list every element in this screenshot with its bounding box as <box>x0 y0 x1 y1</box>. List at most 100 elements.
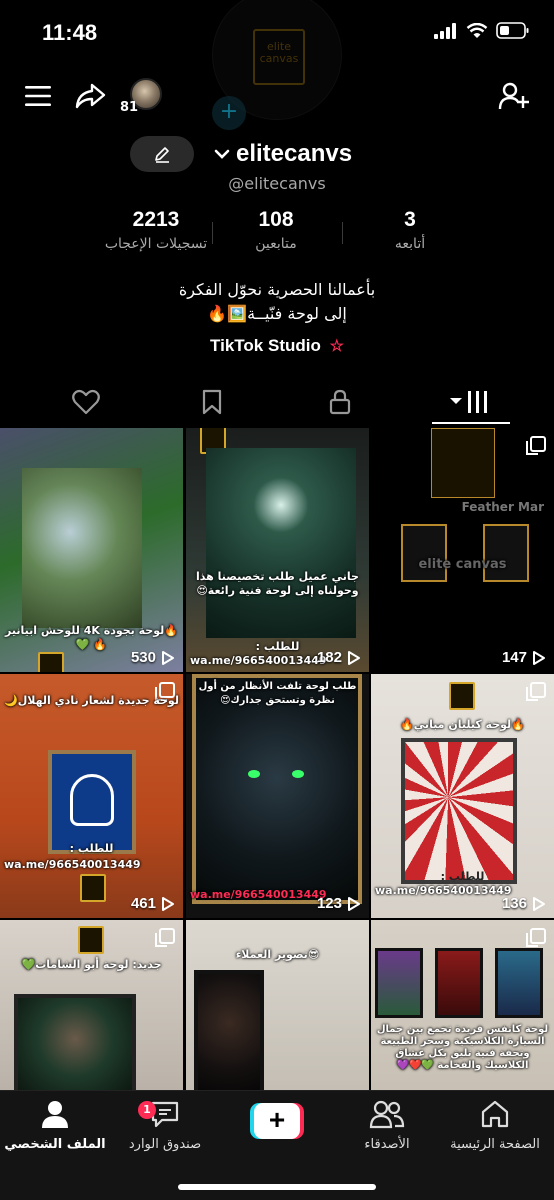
video-caption: جديد: لوحة أبو الشامات💚 <box>21 958 162 971</box>
following-count: 3 <box>404 208 416 231</box>
tab-liked[interactable] <box>66 384 106 420</box>
play-icon <box>348 650 360 665</box>
nav-label: الملف الشخصي <box>4 1137 106 1152</box>
brand-logo <box>80 874 106 902</box>
whatsapp-link: wa.me/966540013449 <box>4 858 141 871</box>
nav-profile[interactable]: الملف الشخصي <box>0 1099 110 1152</box>
menu-button[interactable] <box>20 78 56 114</box>
play-icon <box>162 896 174 911</box>
view-count: 136 <box>502 895 546 912</box>
active-tab-indicator <box>432 422 510 424</box>
canvas-artwork <box>192 674 362 904</box>
video-thumbnail[interactable]: جاني عميل طلب تخصيصنا هذا وحولناه إلى لو… <box>186 428 369 672</box>
create-button[interactable]: + <box>250 1103 304 1139</box>
multi-photo-icon <box>155 928 175 947</box>
view-count: 461 <box>131 895 175 912</box>
nav-label: الأصدقاء <box>364 1137 410 1152</box>
canvas-artwork <box>48 750 136 854</box>
account-switcher[interactable]: elitecanvs <box>214 140 352 168</box>
add-friend-button[interactable] <box>496 78 532 114</box>
profile-handle: @elitecanvs <box>228 174 326 193</box>
bottom-navigation: الملف الشخصي 1 صندوق الوارد + الأصدقاء ا… <box>0 1090 554 1200</box>
video-thumbnail[interactable]: جديد: لوحة أبو الشامات💚 <box>0 920 183 1090</box>
studio-label: TikTok Studio <box>210 336 321 355</box>
al-hilal-crest <box>70 774 114 826</box>
nav-home[interactable]: الصفحة الرئيسية <box>440 1099 550 1152</box>
share-profile-button[interactable] <box>72 78 108 114</box>
tab-private[interactable] <box>320 384 360 420</box>
multi-photo-icon <box>526 436 546 455</box>
hamburger-menu-icon <box>25 86 51 106</box>
video-thumbnail[interactable]: لوحة جديدة لشعار نادي الهلال🌙 للطلب : wa… <box>0 674 183 918</box>
video-caption: لوحة كانفس فريدة تجمع بين جمال السيارة ا… <box>376 1024 549 1071</box>
status-icons <box>434 22 530 39</box>
panther-eye <box>248 770 260 778</box>
video-thumbnail[interactable]: 🔥لوحة كيليان مبابي🔥 للطلب : wa.me/966540… <box>371 674 554 918</box>
inbox-badge: 1 <box>138 1101 156 1119</box>
videos-grid-icon <box>450 391 487 413</box>
profile-bio: بأعمالنا الحصرية نحوّل الفكرة إلى لوحة ف… <box>0 278 554 326</box>
nav-friends[interactable]: الأصدقاء <box>332 1099 442 1152</box>
home-icon <box>481 1100 509 1128</box>
view-count: 182 <box>317 649 361 666</box>
play-icon <box>533 650 545 665</box>
brand-logo <box>38 652 64 672</box>
add-user-icon <box>498 82 529 110</box>
watermark-text: Feather Mar <box>461 500 544 514</box>
view-count: 147 <box>502 649 546 666</box>
story-avatar-chip[interactable]: 81 <box>120 76 164 120</box>
canvas-artwork <box>194 970 264 1090</box>
tab-saved[interactable] <box>192 384 232 420</box>
avatar-count: 81 <box>120 100 139 115</box>
panther-eye <box>292 770 304 778</box>
view-count: 530 <box>131 649 175 666</box>
canvas-artwork <box>483 524 529 582</box>
order-label: للطلب : <box>69 842 114 855</box>
video-caption: لوحة جديدة لشعار نادي الهلال🌙 <box>4 694 179 707</box>
chat-screenshot <box>431 428 495 498</box>
canvas-artwork <box>22 468 142 628</box>
video-thumbnail[interactable]: 🔥لوحة بجودة 4K للوحش ابيانير 🔥 💚 530 <box>0 428 183 672</box>
canvas-artwork <box>495 948 543 1018</box>
tiktok-studio-link[interactable]: TikTok Studio ☆ <box>0 336 554 356</box>
content-tabs <box>0 378 554 426</box>
video-thumbnail[interactable]: 😎تصوير العملاء <box>186 920 369 1090</box>
video-thumbnail[interactable]: elite canvas Feather Mar 147 <box>371 428 554 672</box>
following-stat[interactable]: 3 أتابعه <box>330 208 490 252</box>
order-label: للطلب : <box>440 870 485 883</box>
pencil-icon <box>155 147 169 163</box>
bio-line: بأعمالنا الحصرية نحوّل الفكرة <box>178 280 376 299</box>
wifi-icon <box>466 22 488 38</box>
profile-person-icon <box>42 1101 68 1128</box>
tab-videos[interactable] <box>446 384 494 420</box>
battery-icon <box>496 22 529 39</box>
status-time: 11:48 <box>42 20 98 45</box>
video-caption: 😎تصوير العملاء <box>235 948 320 961</box>
canvas-artwork <box>375 948 423 1018</box>
edit-profile-button[interactable] <box>130 136 194 172</box>
video-thumbnail[interactable]: لوحة كانفس فريدة تجمع بين جمال السيارة ا… <box>371 920 554 1090</box>
following-label: أتابعه <box>394 236 426 252</box>
profile-stats: 2213 تسجيلات الإعجاب 108 متابعين 3 أتابع… <box>0 208 554 264</box>
play-icon <box>533 896 545 911</box>
video-caption: طلب لوحة تلفت الأنظار من أول نظرة وتستحق… <box>198 681 357 706</box>
video-thumbnail[interactable]: طلب لوحة تلفت الأنظار من أول نظرة وتستحق… <box>186 674 369 918</box>
bio-line: إلى لوحة فنّيــة🖼️🔥 <box>207 304 347 323</box>
share-arrow-icon <box>75 83 106 109</box>
view-count: 123 <box>317 895 361 912</box>
multi-photo-icon <box>526 682 546 701</box>
canvas-artwork <box>401 524 447 582</box>
video-caption: 🔥لوحة كيليان مبابي🔥 <box>400 718 525 731</box>
watermark-text: elite canvas <box>418 557 507 572</box>
canvas-artwork <box>206 448 356 638</box>
friends-icon <box>369 1100 405 1129</box>
video-grid: 🔥لوحة بجودة 4K للوحش ابيانير 🔥 💚 530 جان… <box>0 428 554 1090</box>
brand-logo <box>449 682 475 710</box>
video-caption: 🔥لوحة بجودة 4K للوحش ابيانير 🔥 💚 <box>5 624 178 651</box>
canvas-artwork <box>14 994 136 1090</box>
studio-person-icon: ☆ <box>329 338 344 355</box>
brand-logo <box>78 926 104 954</box>
home-indicator <box>178 1184 376 1190</box>
bookmark-icon <box>202 389 222 415</box>
nav-inbox[interactable]: 1 صندوق الوارد <box>110 1099 220 1152</box>
